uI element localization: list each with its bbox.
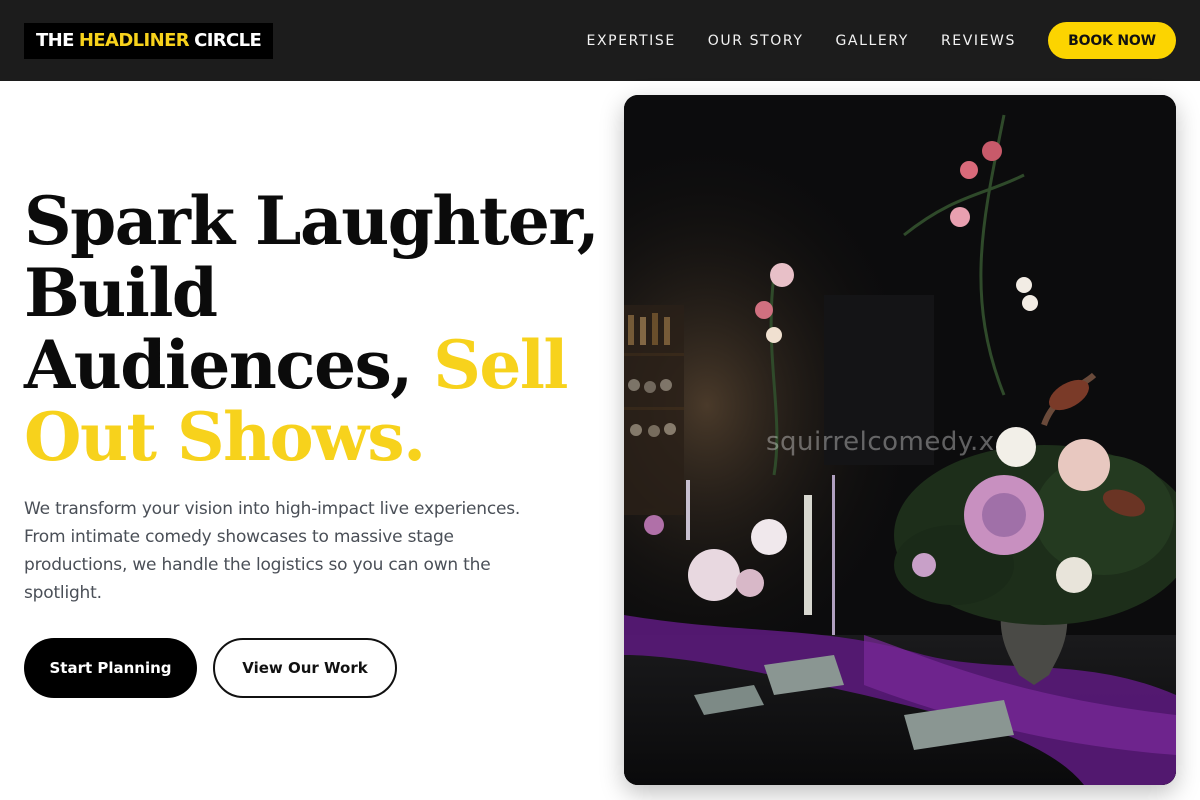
hero-title: Spark Laughter, Build Audiences, Sell Ou… xyxy=(24,185,604,473)
hero-title-line1: Spark Laughter, xyxy=(24,182,600,260)
brand-logo[interactable]: THE HEADLINER CIRCLE xyxy=(24,22,274,59)
hero-title-line3: Audiences, xyxy=(24,326,413,404)
brand-prefix: THE xyxy=(36,30,74,51)
hero-title-line2: Build xyxy=(24,254,218,332)
hero-image: squirrelcomedy.x xyxy=(624,95,1176,785)
site-header: THE HEADLINER CIRCLE EXPERTISE OUR STORY… xyxy=(0,0,1200,81)
nav-our-story[interactable]: OUR STORY xyxy=(708,33,804,49)
nav-expertise[interactable]: EXPERTISE xyxy=(587,33,676,49)
image-watermark: squirrelcomedy.x xyxy=(766,427,995,457)
hero-title-highlight-b: Out Shows. xyxy=(24,398,426,476)
brand-accent: HEADLINER xyxy=(78,30,190,51)
book-now-button[interactable]: BOOK NOW xyxy=(1048,22,1176,59)
main-nav: EXPERTISE OUR STORY GALLERY REVIEWS BOOK… xyxy=(587,22,1176,59)
hero-subtitle: We transform your vision into high-impac… xyxy=(24,499,521,603)
brand-suffix: CIRCLE xyxy=(194,30,262,51)
start-planning-button[interactable]: Start Planning xyxy=(24,638,197,698)
nav-reviews[interactable]: REVIEWS xyxy=(941,33,1016,49)
hero-title-highlight-a: Sell xyxy=(433,326,568,404)
view-our-work-button[interactable]: View Our Work xyxy=(213,638,397,698)
nav-gallery[interactable]: GALLERY xyxy=(835,33,908,49)
